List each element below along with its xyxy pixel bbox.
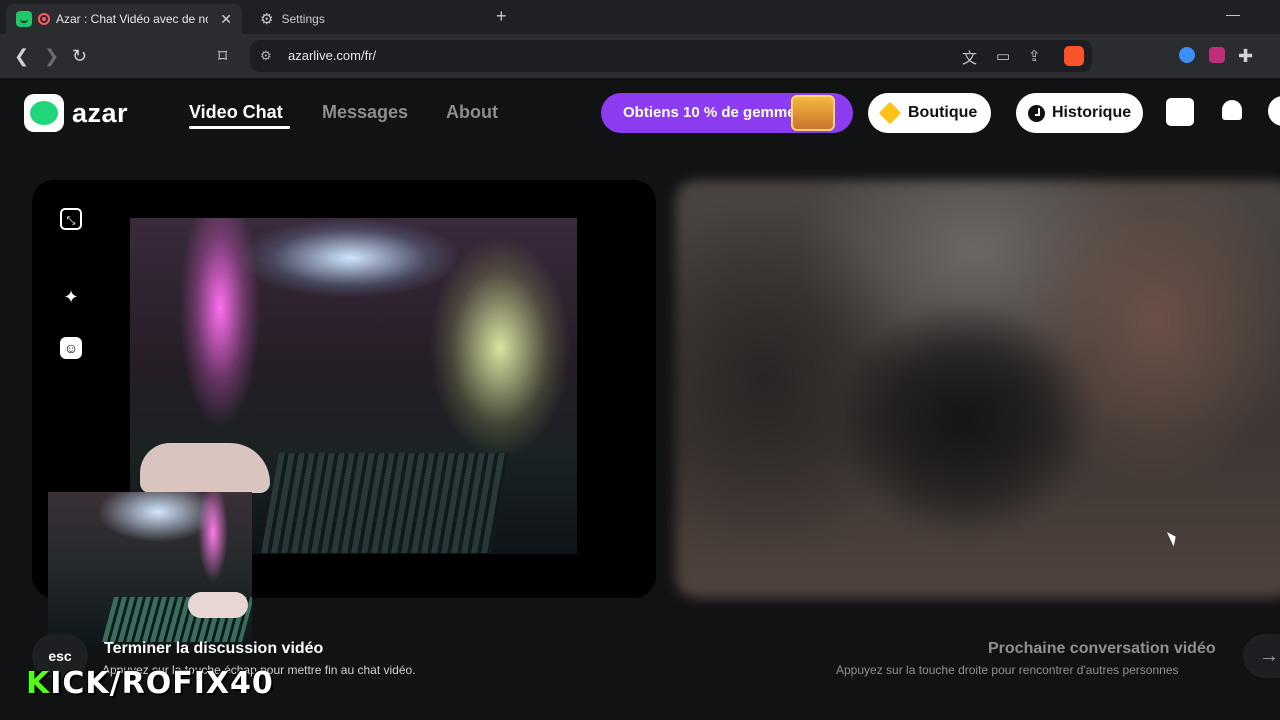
hand-in-overlay <box>188 592 248 618</box>
extensions-puzzle-icon[interactable]: ✚ <box>1238 46 1253 67</box>
next-chat-hint: Appuyez sur la touche droite pour rencon… <box>836 663 1179 677</box>
minimize-button[interactable]: — <box>1226 6 1240 22</box>
bookmark-icon[interactable]: ⌑ <box>218 46 227 67</box>
history-label: Historique <box>1052 104 1132 121</box>
clock-icon <box>1028 104 1045 122</box>
nav-about[interactable]: About <box>446 102 498 123</box>
inbox-icon[interactable] <box>1166 98 1194 126</box>
reload-icon[interactable]: ↻ <box>72 46 87 67</box>
logo-text: azar <box>72 97 129 128</box>
gem-icon <box>878 101 902 125</box>
boutique-button[interactable]: Boutique <box>868 93 992 133</box>
azar-favicon-icon <box>16 11 32 27</box>
cast-icon[interactable]: ▭ <box>996 47 1010 65</box>
active-nav-underline <box>189 126 290 129</box>
nav-messages[interactable]: Messages <box>322 102 408 123</box>
gems-promo-banner[interactable]: Obtiens 10 % de gemmes <box>601 93 853 133</box>
url-text[interactable]: azarlive.com/fr/ <box>288 48 376 63</box>
next-arrow-button[interactable]: → <box>1243 634 1280 678</box>
share-icon[interactable]: ⇪ <box>1028 47 1041 65</box>
boutique-label: Boutique <box>908 104 978 121</box>
forward-arrow-icon[interactable]: ❯ <box>44 46 59 67</box>
azar-logo-icon <box>24 94 64 132</box>
avatar[interactable] <box>1268 96 1280 126</box>
translate-icon[interactable]: 文 <box>962 47 977 68</box>
end-chat-title: Terminer la discussion vidéo <box>104 640 324 657</box>
face-filter-icon[interactable]: ☺ <box>60 337 82 359</box>
azar-logo[interactable]: azar <box>24 94 128 132</box>
magic-wand-icon[interactable]: ✦ <box>60 286 82 308</box>
extension-icon[interactable] <box>1179 47 1195 63</box>
ublock-icon[interactable] <box>1209 47 1225 63</box>
tab-azar[interactable]: Azar : Chat Vidéo avec de nou ✕ <box>6 4 242 34</box>
tab-title: Azar : Chat Vidéo avec de nou <box>56 12 208 26</box>
tab-settings[interactable]: ⚙ Settings <box>250 4 486 34</box>
hand-in-video <box>140 443 270 493</box>
kick-channel-text: ICK/ROFIX40 <box>50 666 274 701</box>
promo-text: Obtiens 10 % de gemmes <box>623 104 804 121</box>
bell-icon[interactable] <box>1219 98 1247 126</box>
nav-video-chat[interactable]: Video Chat <box>189 102 283 123</box>
history-button[interactable]: Historique <box>1016 93 1144 133</box>
brave-shield-icon[interactable] <box>1064 46 1084 66</box>
collapse-icon[interactable]: ⤡ <box>60 208 82 230</box>
kick-k-letter: K <box>26 666 51 701</box>
remote-video-blurred <box>675 180 1280 598</box>
new-tab-button[interactable]: + <box>496 6 507 27</box>
address-bar[interactable]: ⚙ azarlive.com/fr/ 文 ▭ ⇪ <box>250 40 1092 72</box>
azar-page: azar Video Chat Messages About Obtiens 1… <box>0 78 1280 720</box>
browser-toolbar: ❮ ❯ ↻ ⌑ ⚙ azarlive.com/fr/ 文 ▭ ⇪ ✚ <box>0 34 1280 78</box>
tab-title: Settings <box>281 12 325 26</box>
recording-icon <box>38 13 50 25</box>
kick-watermark: KICK/ROFIX40 <box>26 666 274 701</box>
back-arrow-icon[interactable]: ❮ <box>14 46 29 67</box>
streamer-webcam-overlay <box>48 492 252 646</box>
treasure-chest-icon <box>791 95 835 131</box>
site-info-icon[interactable]: ⚙ <box>260 48 272 64</box>
close-tab-icon[interactable]: ✕ <box>220 11 232 28</box>
gear-icon: ⚙ <box>260 11 274 28</box>
next-chat-title: Prochaine conversation vidéo <box>988 640 1216 657</box>
browser-tab-bar: Azar : Chat Vidéo avec de nou ✕ ⚙ Settin… <box>0 0 1280 34</box>
keyboard-in-video <box>261 453 509 553</box>
